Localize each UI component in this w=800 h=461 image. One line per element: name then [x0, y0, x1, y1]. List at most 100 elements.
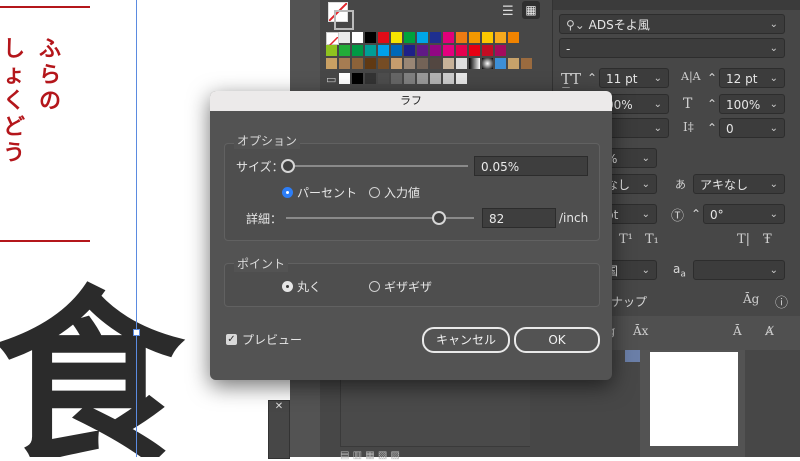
- swatch[interactable]: [326, 45, 337, 56]
- selection-anchor-handle[interactable]: [133, 329, 140, 336]
- vertical-scale-field[interactable]: 100% ⌄: [719, 94, 785, 114]
- swatch[interactable]: [417, 73, 428, 84]
- artboard-thumbnail[interactable]: [650, 352, 738, 446]
- script-a-icon[interactable]: Ⱥ: [765, 324, 774, 338]
- swatch[interactable]: [365, 45, 376, 56]
- jagged-radio-label[interactable]: ギザギザ: [384, 278, 432, 295]
- ok-button[interactable]: OK: [514, 327, 600, 353]
- glyph-icon[interactable]: Āg: [743, 292, 759, 306]
- size-input[interactable]: 0.05%: [474, 156, 588, 176]
- stepper-icon[interactable]: ⌃: [707, 71, 717, 85]
- swatch[interactable]: [456, 73, 467, 84]
- swatch-pattern[interactable]: [508, 58, 519, 69]
- grid-view-icon[interactable]: ▦: [522, 1, 540, 19]
- text-bounds-icon[interactable]: T|: [737, 232, 750, 247]
- swatch[interactable]: [443, 58, 454, 69]
- font-family-select[interactable]: ⚲⌄ ADSそよ風 ⌄: [559, 14, 785, 34]
- info-icon[interactable]: ⓘ: [775, 292, 788, 311]
- swatch[interactable]: [417, 45, 428, 56]
- swatch[interactable]: [391, 45, 402, 56]
- stroke-swatch-icon[interactable]: [334, 10, 354, 30]
- ax-icon[interactable]: Āx: [633, 324, 648, 338]
- swatch-none[interactable]: [326, 32, 339, 49]
- swatch[interactable]: [443, 32, 454, 43]
- swatch[interactable]: [326, 58, 337, 69]
- size-slider-track[interactable]: [286, 165, 468, 167]
- swatch[interactable]: [391, 73, 402, 84]
- preview-checkbox[interactable]: ✓: [226, 334, 237, 345]
- rotation-field[interactable]: 0° ⌄: [703, 204, 785, 224]
- swatch-pattern[interactable]: [495, 58, 506, 69]
- close-icon[interactable]: ✕: [269, 401, 289, 412]
- swatch-pattern[interactable]: [521, 58, 532, 69]
- aki-select[interactable]: アキなし ⌄: [693, 174, 785, 194]
- swatch[interactable]: [417, 58, 428, 69]
- link-icon[interactable]: [625, 350, 640, 362]
- antialias-select[interactable]: ⌄: [693, 260, 785, 280]
- swatch-gradient[interactable]: [482, 58, 493, 69]
- input-value-radio[interactable]: [369, 187, 380, 198]
- swatch[interactable]: [443, 45, 454, 56]
- detail-slider-knob[interactable]: [432, 211, 446, 225]
- swatch[interactable]: [495, 45, 506, 56]
- swatch[interactable]: [404, 45, 415, 56]
- swatch[interactable]: [352, 45, 363, 56]
- round-radio[interactable]: [282, 281, 293, 292]
- collapsed-panel[interactable]: ✕: [268, 400, 290, 459]
- percent-radio[interactable]: [282, 187, 293, 198]
- swatch[interactable]: [378, 45, 389, 56]
- touch-type-icon[interactable]: Ā: [733, 324, 742, 338]
- swatch[interactable]: [365, 58, 376, 69]
- preview-label[interactable]: プレビュー: [242, 331, 302, 348]
- subscript-icon[interactable]: T₁: [645, 232, 659, 247]
- swatch[interactable]: [469, 45, 480, 56]
- swatch[interactable]: [378, 58, 389, 69]
- leading-field[interactable]: 12 pt ⌄: [719, 68, 785, 88]
- swatch[interactable]: [365, 73, 376, 84]
- stepper-icon[interactable]: ⌃: [707, 121, 717, 135]
- swatch[interactable]: [378, 73, 389, 84]
- swatch[interactable]: [482, 32, 493, 43]
- font-size-field[interactable]: 11 pt ⌄: [599, 68, 669, 88]
- swatch[interactable]: [339, 45, 350, 56]
- swatch[interactable]: [352, 32, 363, 43]
- swatch[interactable]: [352, 58, 363, 69]
- tracking-field[interactable]: 0 ⌄: [719, 118, 785, 138]
- swatch[interactable]: [430, 32, 441, 43]
- swatch[interactable]: [469, 32, 480, 43]
- swatch[interactable]: [391, 32, 402, 43]
- size-slider-knob[interactable]: [281, 159, 295, 173]
- detail-input[interactable]: 82: [482, 208, 556, 228]
- swatch[interactable]: [352, 73, 363, 84]
- swatch[interactable]: [456, 32, 467, 43]
- swatch[interactable]: [417, 32, 428, 43]
- swatch[interactable]: [430, 58, 441, 69]
- stepper-icon[interactable]: ⌃: [587, 71, 597, 85]
- list-view-icon[interactable]: ☰: [502, 4, 514, 19]
- swatch[interactable]: [430, 45, 441, 56]
- swatch[interactable]: [339, 58, 350, 69]
- round-radio-label[interactable]: 丸く: [297, 278, 321, 295]
- superscript-icon[interactable]: T¹: [619, 232, 633, 247]
- stepper-icon[interactable]: ⌃: [691, 207, 701, 221]
- swatch-gradient[interactable]: [469, 58, 480, 69]
- cancel-button[interactable]: キャンセル: [422, 327, 510, 353]
- swatch[interactable]: [508, 32, 519, 43]
- swatch[interactable]: [339, 73, 350, 84]
- swatch[interactable]: [339, 32, 350, 43]
- swatch[interactable]: [404, 73, 415, 84]
- input-value-radio-label[interactable]: 入力値: [384, 184, 420, 201]
- swatch[interactable]: [456, 58, 467, 69]
- swatch[interactable]: [404, 32, 415, 43]
- swatch[interactable]: [456, 45, 467, 56]
- stepper-icon[interactable]: ⌃: [707, 97, 717, 111]
- swatch[interactable]: [378, 32, 389, 43]
- swatch[interactable]: [443, 73, 454, 84]
- swatch[interactable]: [482, 45, 493, 56]
- percent-radio-label[interactable]: パーセント: [297, 184, 357, 201]
- strike-icon[interactable]: Ŧ: [763, 232, 772, 247]
- font-style-select[interactable]: - ⌄: [559, 38, 785, 58]
- jagged-radio[interactable]: [369, 281, 380, 292]
- swatch[interactable]: [365, 32, 376, 43]
- swatch[interactable]: [430, 73, 441, 84]
